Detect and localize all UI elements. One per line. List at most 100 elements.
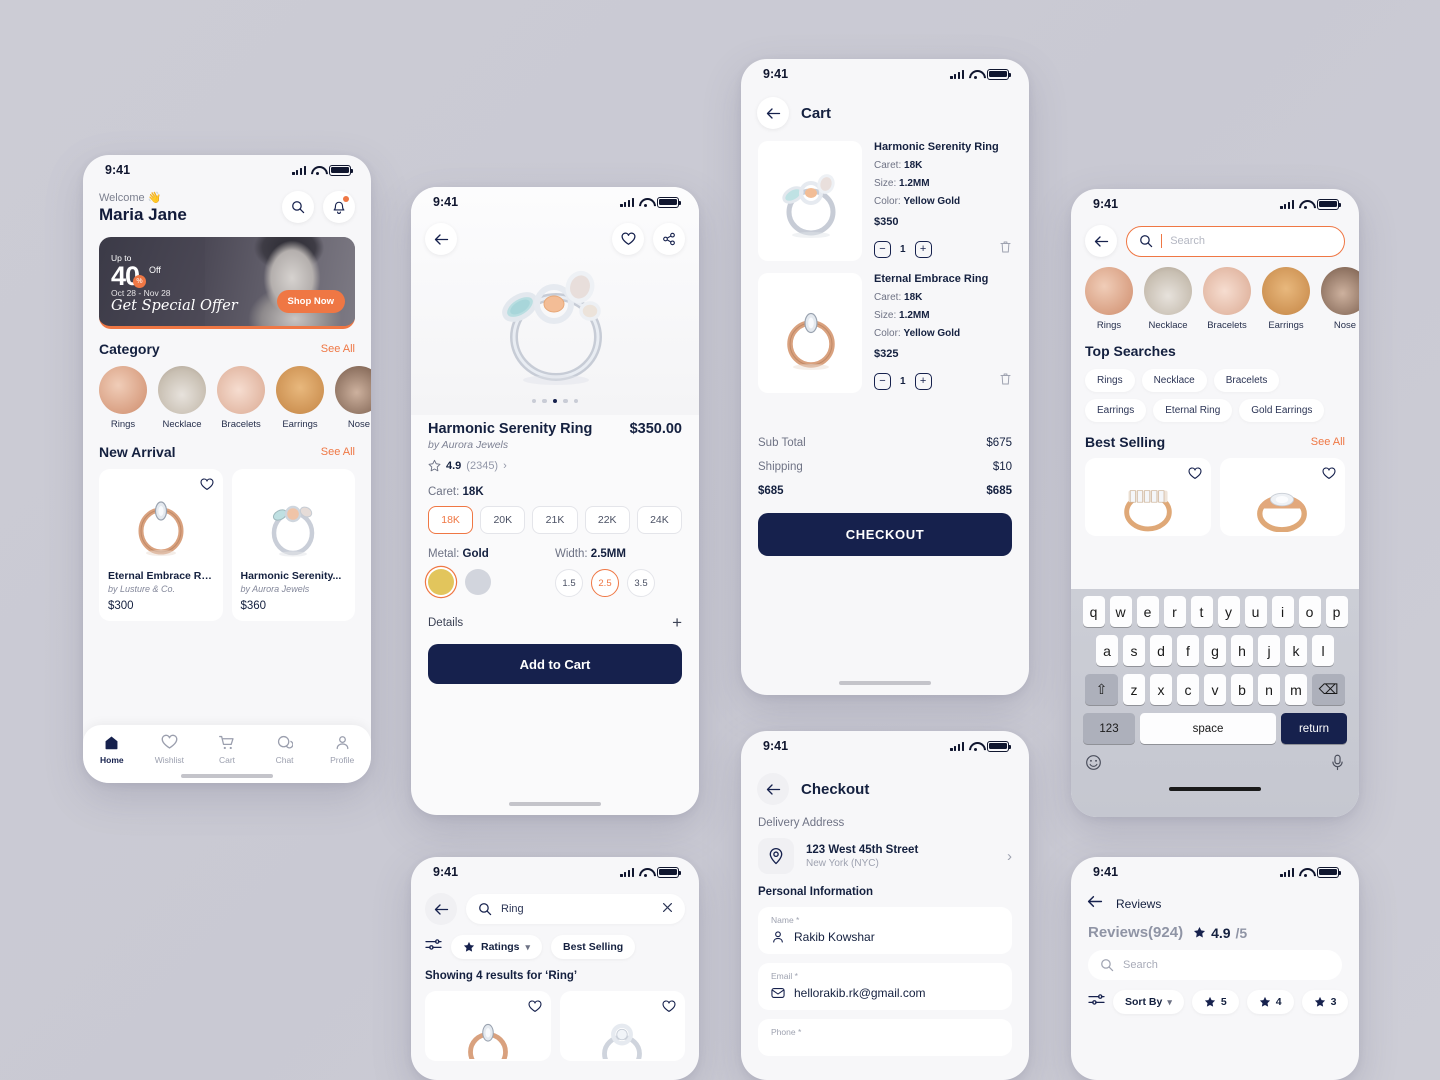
increase-quantity-button[interactable]: + [914,241,932,258]
caret-option[interactable]: 21K [532,506,578,534]
back-button[interactable] [1085,225,1117,257]
caret-option[interactable]: 20K [480,506,526,534]
search-input[interactable]: Ring [466,894,685,924]
delete-item-button[interactable] [999,372,1012,391]
chevron-right-icon[interactable]: › [1007,848,1012,865]
key-m[interactable]: m [1285,674,1307,705]
key-r[interactable]: r [1163,596,1186,627]
shift-key[interactable]: ⇧ [1085,674,1118,705]
key-f[interactable]: f [1177,635,1199,666]
delivery-address-row[interactable]: 123 West 45th Street New York (NYC) › [741,829,1029,874]
key-o[interactable]: o [1298,596,1321,627]
star-filter-3[interactable]: 3 [1301,990,1349,1014]
return-key[interactable]: return [1281,713,1347,744]
metal-swatch-gold[interactable] [428,569,454,595]
reviews-search-input[interactable]: Search [1088,950,1342,980]
notification-button[interactable] [323,191,355,223]
category-item-bracelets[interactable]: Bracelets [217,366,265,430]
decrease-quantity-button[interactable]: − [874,241,891,258]
key-b[interactable]: b [1231,674,1253,705]
tab-wishlist[interactable]: Wishlist [141,734,199,765]
details-accordion[interactable]: Details + [428,613,682,633]
back-button[interactable] [1087,895,1103,913]
tab-profile[interactable]: Profile [313,734,371,765]
key-q[interactable]: q [1082,596,1105,627]
key-y[interactable]: y [1217,596,1240,627]
best-selling-see-all[interactable]: See All [1311,436,1345,448]
category-item-earrings[interactable]: Earrings [276,366,324,430]
result-card[interactable] [425,991,551,1061]
key-w[interactable]: w [1109,596,1132,627]
key-x[interactable]: x [1150,674,1172,705]
emoji-button[interactable] [1085,754,1102,776]
best-selling-card[interactable] [1219,458,1345,536]
key-a[interactable]: a [1096,635,1118,666]
key-h[interactable]: h [1231,635,1253,666]
key-n[interactable]: n [1258,674,1280,705]
key-u[interactable]: u [1244,596,1267,627]
metal-swatch-silver[interactable] [465,569,491,595]
product-card[interactable]: Harmonic Serenity... by Aurora Jewels $3… [231,469,355,621]
category-item-nose[interactable]: Nose [1321,267,1359,331]
microphone-button[interactable] [1330,754,1345,776]
promo-banner[interactable]: Up to 40%Off Oct 28 - Nov 28 Get Special… [99,237,355,329]
caret-option[interactable]: 24K [636,506,683,534]
shop-now-button[interactable]: Shop Now [276,290,345,313]
key-i[interactable]: i [1271,596,1294,627]
wishlist-toggle-button[interactable] [662,1000,676,1018]
key-p[interactable]: p [1325,596,1348,627]
top-search-tag[interactable]: Gold Earrings [1239,399,1325,422]
add-to-cart-button[interactable]: Add to Cart [428,644,682,684]
top-search-tag[interactable]: Rings [1085,369,1135,392]
key-z[interactable]: z [1123,674,1145,705]
category-item-nose[interactable]: Nose [335,366,371,430]
wishlist-toggle-button[interactable] [1322,467,1336,485]
best-selling-card[interactable] [1085,458,1211,536]
top-search-tag[interactable]: Bracelets [1213,369,1280,392]
category-item-bracelets[interactable]: Bracelets [1203,267,1251,331]
width-option[interactable]: 3.5 [627,569,655,597]
key-j[interactable]: j [1258,635,1280,666]
back-button[interactable] [425,893,457,925]
wishlist-toggle-button[interactable] [1187,467,1202,485]
key-e[interactable]: e [1136,596,1159,627]
back-button[interactable] [757,97,789,129]
result-card[interactable] [559,991,685,1061]
email-field[interactable]: Email * hellorakib.rk@gmail.com [758,963,1012,1010]
filter-settings-button[interactable] [425,937,442,957]
product-hero-carousel[interactable]: 9:41 [411,187,699,415]
key-g[interactable]: g [1204,635,1226,666]
increase-quantity-button[interactable]: + [914,373,932,390]
checkout-button[interactable]: CHECKOUT [758,513,1012,556]
top-search-tag[interactable]: Necklace [1141,369,1207,392]
numbers-key[interactable]: 123 [1083,713,1135,744]
star-filter-5[interactable]: 5 [1191,990,1239,1014]
product-card[interactable]: Eternal Embrace Ring by Lusture & Co. $3… [99,469,223,621]
decrease-quantity-button[interactable]: − [874,373,891,390]
key-t[interactable]: t [1190,596,1213,627]
category-item-necklace[interactable]: Necklace [158,366,206,430]
category-item-earrings[interactable]: Earrings [1262,267,1310,331]
best-selling-filter-chip[interactable]: Best Selling [551,935,636,959]
clear-search-button[interactable] [662,900,673,918]
width-option[interactable]: 1.5 [555,569,583,597]
key-s[interactable]: s [1123,635,1145,666]
top-search-tag[interactable]: Earrings [1085,399,1147,422]
space-key[interactable]: space [1140,713,1276,744]
phone-field[interactable]: Phone * [758,1019,1012,1056]
key-c[interactable]: c [1177,674,1199,705]
sort-by-chip[interactable]: Sort By ▾ [1113,990,1184,1014]
name-field[interactable]: Name * Rakib Kowshar [758,907,1012,954]
cart-item-image[interactable] [758,141,862,261]
wishlist-toggle-button[interactable] [199,478,214,496]
caret-option[interactable]: 18K [428,506,474,534]
category-see-all[interactable]: See All [321,343,355,355]
category-item-rings[interactable]: Rings [99,366,147,430]
ratings-filter-chip[interactable]: Ratings ▾ [451,935,543,959]
key-d[interactable]: d [1150,635,1172,666]
delete-item-button[interactable] [999,240,1012,259]
backspace-key[interactable]: ⌫ [1312,674,1345,705]
cart-item-image[interactable] [758,273,862,393]
wishlist-toggle-button[interactable] [527,1000,542,1018]
key-k[interactable]: k [1285,635,1307,666]
